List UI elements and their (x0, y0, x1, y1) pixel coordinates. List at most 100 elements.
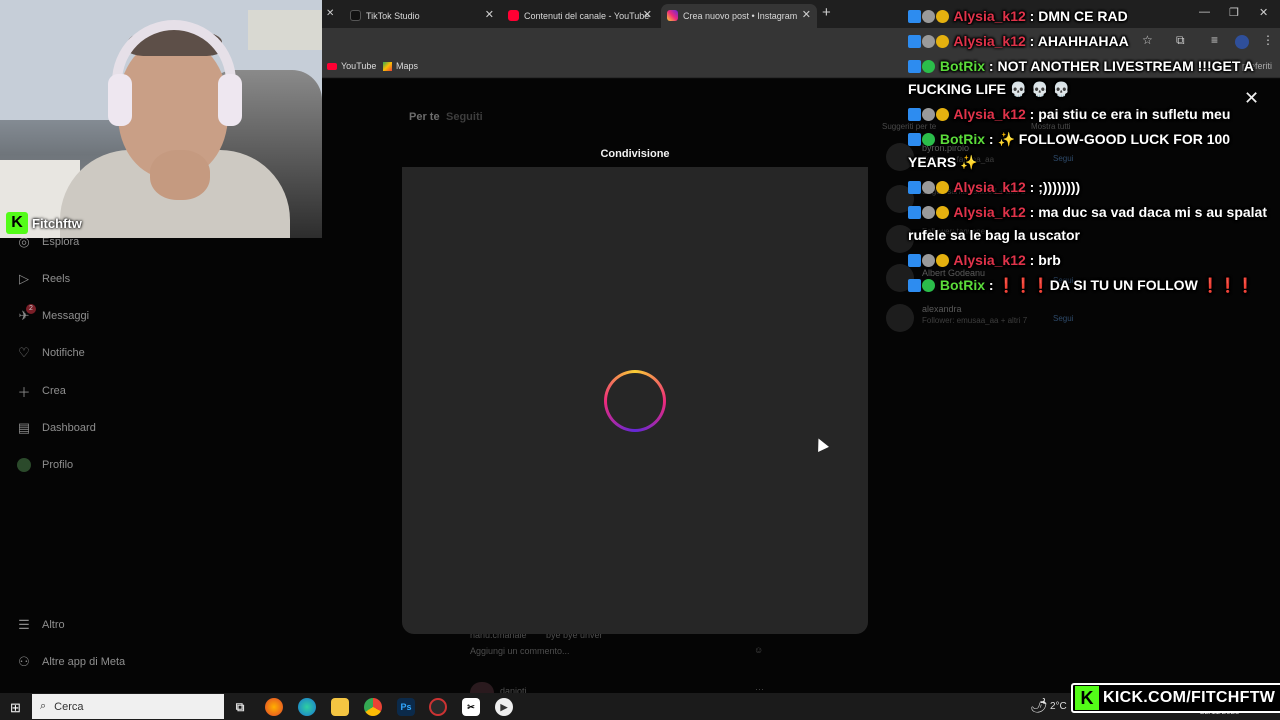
tiktok-icon (350, 10, 361, 21)
chrome-icon[interactable] (364, 698, 382, 716)
chat-message: BotRix : NOT ANOTHER LIVESTREAM !!!GET A… (908, 58, 1254, 97)
webcam-overlay: K Fitchftw (0, 0, 322, 238)
chat-text: pai stiu ce era in sufletu meu (1038, 106, 1231, 122)
menu-dots-icon[interactable]: ⋮ (1262, 33, 1274, 47)
weather-icon[interactable]: 🌶 (1030, 697, 1048, 714)
nav-profile[interactable]: Profilo (16, 457, 73, 473)
nav-create[interactable]: ＋ Crea (16, 383, 66, 400)
youtube-icon (327, 62, 337, 70)
chat-text: ma duc sa vad daca mi s au spalat (1038, 204, 1268, 220)
tab-tiktok-studio[interactable]: TikTok Studio ✕ (344, 4, 500, 28)
close-icon[interactable]: ✕ (326, 8, 334, 19)
close-icon[interactable]: ✕ (485, 8, 494, 21)
chat-text: ;)))))))) (1038, 179, 1081, 195)
chat-username: Alysia_k12 (953, 252, 1026, 268)
meta-apps-icon: ⚇ (18, 654, 30, 669)
modal-title: Condivisione (600, 148, 670, 160)
nav-label: Crea (42, 385, 66, 397)
unread-badge: 2 (26, 304, 36, 314)
chat-message: Alysia_k12 : brb (908, 249, 1061, 272)
chat-username: BotRix (939, 58, 986, 74)
heart-icon: ♡ (18, 345, 30, 360)
tab-title: Crea nuovo post • Instagram (683, 11, 798, 21)
chat-message: Alysia_k12 : ;)))))))) (908, 176, 1080, 199)
nav-meta-apps[interactable]: ⚇ Altre app di Meta (16, 654, 125, 670)
restore-icon[interactable]: ❐ (1229, 6, 1239, 19)
nav-label: Profilo (42, 459, 74, 471)
capcut-icon[interactable]: ✂ (462, 698, 480, 716)
modal-header: Condivisione (402, 143, 868, 167)
kick-logo-icon: K (6, 212, 28, 234)
avatar[interactable] (886, 304, 914, 332)
chat-text: AHAHHAHAA (1037, 33, 1129, 49)
search-placeholder: Cerca (54, 700, 84, 713)
close-icon[interactable]: ✕ (802, 8, 811, 21)
chat-username: Alysia_k12 (953, 106, 1026, 122)
file-explorer-icon[interactable] (331, 698, 349, 716)
tab-title: TikTok Studio (366, 11, 420, 21)
youtube-icon (508, 10, 519, 21)
task-view-icon[interactable]: ⧉ (231, 698, 249, 716)
chat-text: DA SI TU UN FOLLOW (1049, 277, 1198, 293)
obs-icon[interactable] (429, 698, 447, 716)
chat-message: Alysia_k12 : AHAHHAHAA (908, 30, 1129, 53)
add-comment-input[interactable]: Aggiungi un commento... (470, 646, 570, 656)
tab-instagram-new-post[interactable]: Crea nuovo post • Instagram ✕ (661, 4, 817, 28)
firefox-icon[interactable] (265, 698, 283, 716)
chat-text: ✨ FOLLOW-GOOD LUCK FOR 100 (997, 131, 1231, 147)
nav-notifications[interactable]: ♡ Notifiche (16, 345, 85, 361)
edge-icon[interactable] (298, 698, 316, 716)
chat-text: DMN CE RAD (1038, 8, 1128, 24)
profile-avatar[interactable] (1235, 35, 1249, 49)
minimize-icon[interactable]: — (1199, 6, 1210, 18)
kick-banner: K KICK.COM/FITCHFTW (1071, 683, 1280, 713)
tab-title: Contenuti del canale - YouTube (524, 11, 650, 21)
chat-username: BotRix (939, 277, 986, 293)
nav-dashboard[interactable]: ▤ Dashboard (16, 420, 96, 436)
nav-label: Dashboard (42, 422, 96, 434)
kick-channel-url: KICK.COM/FITCHFTW (1103, 689, 1276, 706)
headphone-cup-left (108, 74, 132, 126)
extensions-icon[interactable]: ⧉ (1176, 33, 1185, 48)
exclamation-icon: ❗❗❗ (997, 277, 1050, 293)
nav-label: Altre app di Meta (42, 656, 126, 668)
reels-icon: ▷ (19, 271, 29, 286)
photoshop-icon[interactable]: Ps (397, 698, 415, 716)
bookmark-maps[interactable]: Maps (383, 61, 418, 71)
chat-text: brb (1038, 252, 1061, 268)
nav-label: Messaggi (42, 310, 90, 322)
new-tab-button[interactable]: + (822, 4, 831, 21)
browser-toolbar (322, 28, 1280, 56)
follow-button[interactable]: Segui (1053, 314, 1073, 323)
windows-start-icon[interactable]: ⊞ (10, 700, 21, 716)
emoji-icon[interactable]: ☺ (754, 645, 763, 655)
streamer-hand (150, 150, 210, 200)
plus-icon: ＋ (17, 384, 31, 400)
chat-message: Alysia_k12 : pai stiu ce era in sufletu … (908, 103, 1230, 126)
window-close-icon[interactable]: ✕ (1259, 6, 1268, 19)
nav-more[interactable]: ☰ Altro (16, 617, 64, 633)
suggestion-item: alexandra Follower: emusaa_aa + altri 7 (886, 304, 1027, 332)
star-icon[interactable]: ☆ (1142, 33, 1153, 47)
chat-username: Alysia_k12 (953, 204, 1026, 220)
nav-reels[interactable]: ▷ Reels (16, 271, 70, 287)
chat-message: Alysia_k12 : ma duc sa vad daca mi s au … (908, 204, 1268, 243)
media-player-icon[interactable]: ▶ (495, 698, 513, 716)
tab-for-you[interactable]: Per te (409, 111, 440, 123)
chat-message: BotRix : ❗❗❗DA SI TU UN FOLLOW ❗❗❗ (908, 274, 1254, 297)
bookmark-youtube[interactable]: YouTube (327, 61, 376, 71)
exclamation-icon: ❗❗❗ (1201, 277, 1254, 293)
temperature-readout[interactable]: 2°C (1050, 701, 1067, 712)
chat-username: Alysia_k12 (953, 33, 1026, 49)
close-icon[interactable]: ✕ (643, 8, 652, 21)
suggestion-name[interactable]: alexandra (922, 304, 1027, 314)
chat-text-continued: FUCKING LIFE 💀 💀 💀 (908, 81, 1070, 97)
taskbar-search[interactable]: ⌕ Cerca (32, 694, 224, 719)
tab-following[interactable]: Seguiti (446, 111, 483, 123)
search-icon: ⌕ (40, 700, 47, 712)
webcam-label: K Fitchftw (6, 212, 82, 234)
tab-youtube-content[interactable]: Contenuti del canale - YouTube ✕ (502, 4, 658, 28)
media-icon[interactable]: ≡ (1211, 33, 1218, 47)
chat-username: Alysia_k12 (953, 8, 1026, 24)
chat-message: Alysia_k12 : DMN CE RAD (908, 5, 1128, 25)
